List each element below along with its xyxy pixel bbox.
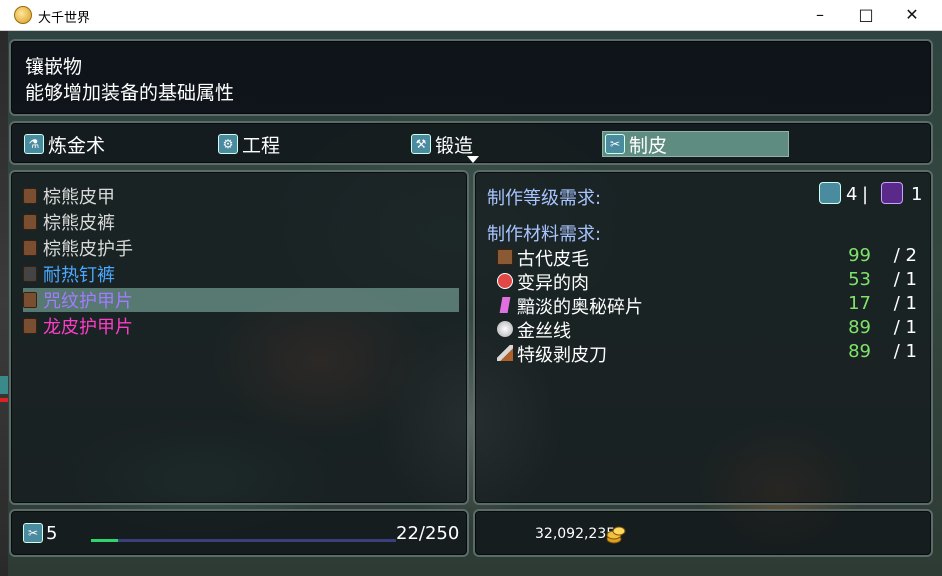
- material-row: 金丝线 89 / 1: [497, 317, 917, 342]
- recipe-list: 棕熊皮甲 棕熊皮裤 棕熊皮护手 耐热钉裤 咒纹护甲片 龙皮护甲片: [9, 170, 469, 505]
- rank-level-requirement: 1: [911, 184, 923, 205]
- progress-text: 22/250: [396, 523, 460, 544]
- profession-tabs: ⚗ 炼金术 ⚙ 工程 ⚒ 锻造 ✂ 制皮: [9, 121, 933, 165]
- material-owned: 99: [848, 245, 871, 266]
- studded-pants-icon: [23, 266, 37, 282]
- background-window-edge: [0, 31, 8, 576]
- requirements-panel: 制作等级需求: 4 | 1 制作材料需求: 古代皮毛 99 / 2 变异的肉 5…: [473, 170, 933, 505]
- recipe-name: 棕熊皮甲: [43, 187, 115, 208]
- leather-pants-icon: [23, 214, 37, 230]
- arcane-shard-icon: [499, 297, 511, 313]
- thread-icon: [497, 321, 513, 337]
- profession-level: 5: [46, 523, 58, 544]
- meat-icon: [497, 273, 513, 289]
- level-requirement-label: 制作等级需求:: [487, 188, 602, 209]
- minimize-button[interactable]: –: [797, 0, 843, 31]
- leatherworking-icon: ✂: [23, 523, 43, 543]
- gold-coins-icon: [606, 526, 626, 544]
- progress-bar: [91, 539, 396, 542]
- list-item[interactable]: 耐热钉裤: [23, 262, 459, 286]
- tab-label: 锻造: [435, 134, 474, 157]
- game-viewport: 镶嵌物 能够增加装备的基础属性 ⚗ 炼金术 ⚙ 工程 ⚒ 锻造 ✂ 制皮 棕熊皮…: [0, 31, 942, 576]
- tab-alchemy[interactable]: ⚗ 炼金术: [22, 131, 202, 157]
- progress-bar-fill: [91, 539, 118, 542]
- list-item[interactable]: 棕熊皮护手: [23, 236, 459, 260]
- material-row: 变异的肉 53 / 1: [497, 269, 917, 294]
- maximize-button[interactable]: □: [843, 0, 889, 31]
- gold-amount: 32,092,235: [535, 526, 616, 542]
- list-item[interactable]: 龙皮护甲片: [23, 314, 459, 338]
- tab-label: 炼金术: [48, 134, 106, 157]
- category-description: 能够增加装备的基础属性: [25, 82, 235, 104]
- material-name: 金丝线: [517, 321, 571, 342]
- leather-gloves-icon: [23, 240, 37, 256]
- leatherworking-icon: ✂: [605, 134, 625, 154]
- material-owned: 89: [848, 341, 871, 362]
- smithing-icon: ⚒: [411, 134, 431, 154]
- material-name: 黯淡的奥秘碎片: [517, 297, 643, 318]
- tab-smithing[interactable]: ⚒ 锻造: [409, 131, 589, 157]
- profession-progress-panel: ✂ 5 22/250: [9, 509, 469, 557]
- background-edge-mark: [0, 398, 8, 402]
- material-needed: / 1: [893, 317, 917, 338]
- background-edge-mark: [0, 376, 8, 394]
- material-row: 特级剥皮刀 89 / 1: [497, 341, 917, 366]
- list-item[interactable]: 棕熊皮裤: [23, 210, 459, 234]
- material-needed: / 1: [893, 269, 917, 290]
- material-name: 特级剥皮刀: [517, 345, 607, 366]
- recipe-name: 耐热钉裤: [43, 265, 115, 286]
- material-row: 黯淡的奥秘碎片 17 / 1: [497, 293, 917, 318]
- material-needed: / 1: [893, 293, 917, 314]
- material-name: 古代皮毛: [517, 249, 589, 270]
- armor-patch-icon: [23, 292, 37, 308]
- leather-armor-icon: [23, 188, 37, 204]
- armor-patch-icon: [23, 318, 37, 334]
- close-button[interactable]: ✕: [889, 0, 935, 31]
- material-owned: 89: [848, 317, 871, 338]
- divider: |: [862, 184, 869, 205]
- material-row: 古代皮毛 99 / 2: [497, 245, 917, 270]
- material-owned: 17: [848, 293, 871, 314]
- material-needed: / 2: [893, 245, 917, 266]
- app-coin-icon: [14, 6, 32, 24]
- engineering-icon: ⚙: [218, 134, 238, 154]
- tab-leatherworking[interactable]: ✂ 制皮: [602, 131, 789, 157]
- window-titlebar: 大千世界 – □ ✕: [0, 0, 942, 31]
- category-title: 镶嵌物: [25, 56, 83, 78]
- currency-panel: 32,092,235: [473, 509, 933, 557]
- alchemy-icon: ⚗: [24, 134, 44, 154]
- rank-mask-icon: [881, 182, 903, 204]
- skill-level-requirement: 4: [846, 184, 858, 205]
- item-description-panel: 镶嵌物 能够增加装备的基础属性: [9, 39, 933, 116]
- material-requirement-label: 制作材料需求:: [487, 224, 602, 245]
- recipe-name: 棕熊皮裤: [43, 213, 115, 234]
- recipe-name: 咒纹护甲片: [43, 291, 133, 312]
- recipe-name: 棕熊皮护手: [43, 239, 133, 260]
- tab-label: 工程: [242, 134, 281, 157]
- skinning-knife-icon: [497, 345, 513, 361]
- tab-label: 制皮: [629, 134, 668, 157]
- fur-icon: [497, 249, 513, 265]
- list-item[interactable]: 棕熊皮甲: [23, 184, 459, 208]
- material-needed: / 1: [893, 341, 917, 362]
- dropdown-arrow-icon[interactable]: [467, 156, 479, 163]
- tab-engineering[interactable]: ⚙ 工程: [216, 131, 396, 157]
- recipe-name: 龙皮护甲片: [43, 317, 133, 338]
- list-item-selected[interactable]: 咒纹护甲片: [23, 288, 459, 312]
- material-name: 变异的肉: [517, 273, 589, 294]
- material-owned: 53: [848, 269, 871, 290]
- leatherworking-icon: [819, 182, 841, 204]
- window-title: 大千世界: [38, 11, 91, 26]
